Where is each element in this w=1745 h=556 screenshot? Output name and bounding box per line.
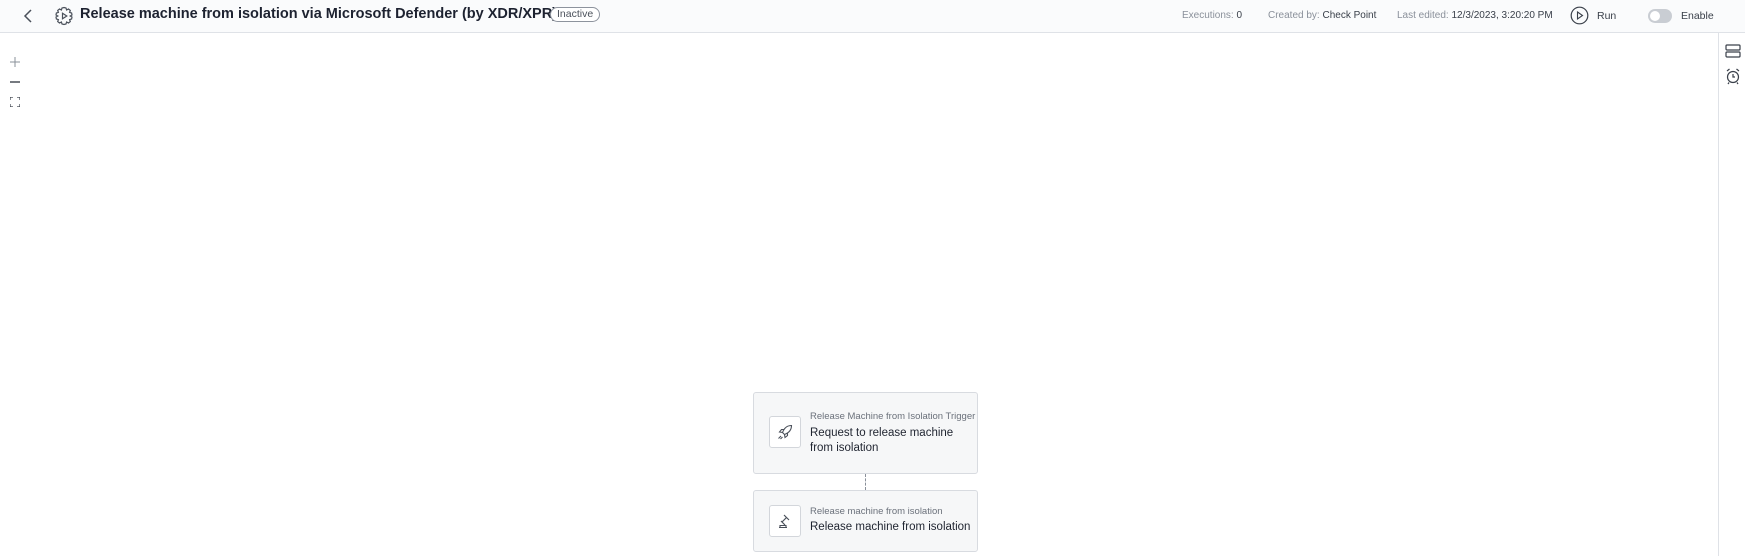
playbook-gear-icon	[55, 6, 73, 26]
play-circle-icon	[1570, 6, 1589, 25]
executions-label: Executions:	[1182, 10, 1234, 21]
node-icon-box	[769, 505, 801, 537]
created-by-info: Created by: Check Point	[1268, 10, 1376, 21]
node-connector	[865, 474, 866, 490]
top-header: Release machine from isolation via Micro…	[0, 0, 1745, 33]
last-edited-label: Last edited:	[1397, 10, 1449, 21]
minus-icon	[9, 80, 20, 83]
node-title: Request to release machine from isolatio…	[810, 427, 954, 454]
gavel-icon	[779, 514, 790, 529]
enable-toggle[interactable]	[1648, 9, 1672, 23]
page-title: Release machine from isolation via Micro…	[80, 6, 558, 22]
executions-value: 0	[1236, 10, 1243, 21]
node-subtitle: Release machine from isolation	[810, 506, 943, 517]
back-button[interactable]	[18, 6, 38, 26]
alarm-icon[interactable]	[1724, 67, 1742, 85]
workflow-node-trigger[interactable]: Release Machine from Isolation Trigger R…	[753, 392, 978, 474]
rocket-icon	[778, 424, 793, 440]
node-title: Release machine from isolation	[810, 521, 971, 533]
node-icon-box	[769, 416, 801, 448]
plus-icon	[9, 56, 20, 67]
zoom-in-button[interactable]	[5, 52, 24, 71]
run-button[interactable]: Run	[1570, 6, 1616, 25]
fit-screen-icon	[9, 96, 20, 107]
workflow-node-action[interactable]: Release machine from isolation Release m…	[753, 490, 978, 552]
status-badge: Inactive	[550, 7, 601, 22]
right-toolbar	[1718, 33, 1745, 556]
zoom-controls	[5, 52, 24, 111]
chevron-left-icon	[23, 9, 32, 23]
layout-panels-icon[interactable]	[1724, 42, 1742, 60]
created-by-label: Created by:	[1268, 10, 1320, 21]
last-edited-info: Last edited: 12/3/2023, 3:20:20 PM	[1397, 10, 1553, 21]
created-by-value: Check Point	[1322, 10, 1377, 21]
zoom-out-button[interactable]	[5, 72, 24, 91]
run-label: Run	[1597, 9, 1617, 22]
node-subtitle: Release Machine from Isolation Trigger	[810, 411, 976, 422]
enable-label: Enable	[1681, 10, 1714, 22]
executions-info: Executions: 0	[1182, 10, 1242, 21]
fit-view-button[interactable]	[5, 92, 24, 111]
last-edited-value: 12/3/2023, 3:20:20 PM	[1451, 10, 1553, 21]
